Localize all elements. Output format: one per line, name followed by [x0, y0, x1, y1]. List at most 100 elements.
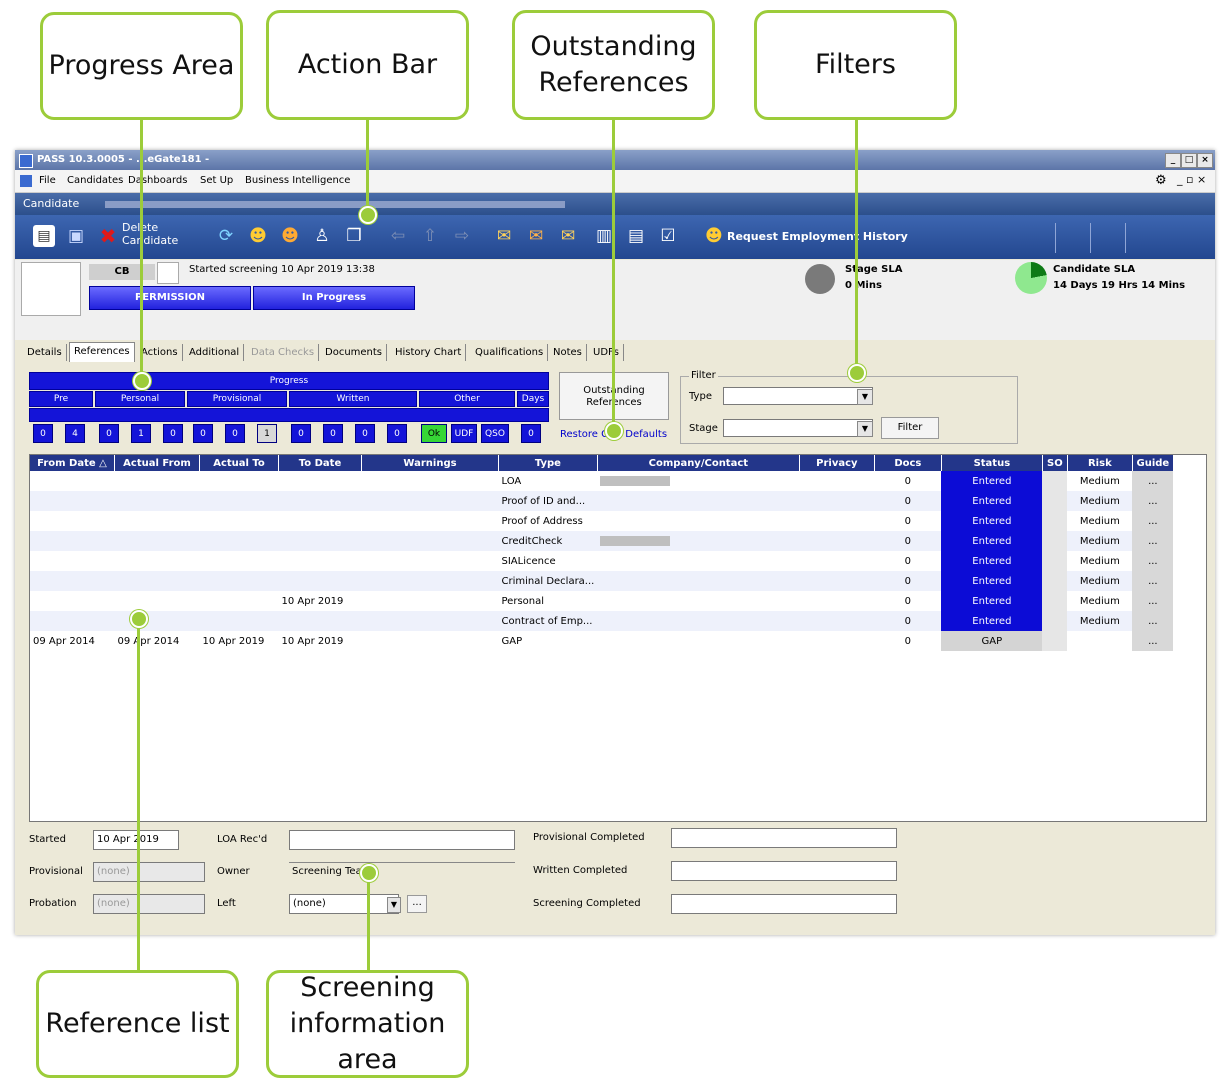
request-employment-history-button[interactable]: ☻ Request Employment History: [699, 224, 999, 250]
chevron-down-icon[interactable]: ▼: [857, 389, 873, 405]
cell-status[interactable]: Entered: [941, 531, 1043, 551]
user-add-icon[interactable]: ♙: [311, 225, 333, 247]
tab-notes[interactable]: Notes: [549, 344, 587, 361]
menu-dashboards[interactable]: Dashboards: [128, 175, 187, 186]
envelope-check-icon[interactable]: ✉: [557, 225, 579, 247]
chevron-down-icon[interactable]: ▼: [387, 897, 401, 913]
save-icon[interactable]: ▣: [65, 225, 87, 247]
column-actual-from[interactable]: Actual From: [114, 455, 200, 471]
column-actual-to[interactable]: Actual To: [199, 455, 279, 471]
cell-status[interactable]: Entered: [941, 471, 1043, 491]
delete-candidate-label[interactable]: Delete Candidate: [122, 221, 182, 247]
column-so[interactable]: SO: [1042, 455, 1068, 471]
filter-button[interactable]: Filter: [881, 417, 939, 439]
table-row[interactable]: LOA 0 Entered Medium...: [30, 471, 1174, 491]
column-from-date[interactable]: From Date △: [30, 455, 115, 471]
cell-from-date: [30, 491, 115, 511]
cell-status[interactable]: Entered: [941, 551, 1043, 571]
cell-status[interactable]: Entered: [941, 591, 1043, 611]
column-company-contact[interactable]: Company/Contact: [597, 455, 800, 471]
document-check-icon[interactable]: ▤: [625, 225, 647, 247]
user-pair-icon[interactable]: ☻: [279, 225, 301, 247]
cell-guide[interactable]: ...: [1132, 531, 1174, 551]
restore-icon[interactable]: _ ▫ ×: [1177, 173, 1206, 186]
cell-guide[interactable]: ...: [1132, 631, 1174, 651]
new-document-icon[interactable]: ▤: [33, 225, 55, 247]
table-row[interactable]: CreditCheck 0 Entered Medium...: [30, 531, 1174, 551]
table-row[interactable]: Proof of Address 0 Entered Medium...: [30, 511, 1174, 531]
owner-field[interactable]: Screening Team: [289, 862, 515, 882]
cell-guide[interactable]: ...: [1132, 511, 1174, 531]
cell-guide[interactable]: ...: [1132, 611, 1174, 631]
column-risk[interactable]: Risk: [1067, 455, 1133, 471]
minimize-button[interactable]: _: [1165, 153, 1181, 168]
filter-stage-select[interactable]: [723, 419, 873, 437]
table-row[interactable]: Proof of ID and... 0 Entered Medium...: [30, 491, 1174, 511]
tab-history-chart[interactable]: History Chart: [391, 344, 467, 361]
close-button[interactable]: ×: [1197, 153, 1213, 168]
table-row[interactable]: 10 Apr 2019 Personal 0 Entered Medium...: [30, 591, 1174, 611]
filter-type-select[interactable]: [723, 387, 873, 405]
arrow-right-icon[interactable]: ⇨: [451, 225, 473, 247]
tab-qualifications[interactable]: Qualifications: [471, 344, 549, 361]
cell-guide[interactable]: ...: [1132, 471, 1174, 491]
delete-icon[interactable]: ✖: [97, 225, 119, 247]
tab-additional[interactable]: Additional: [185, 344, 245, 361]
envelope-remove-icon[interactable]: ✉: [525, 225, 547, 247]
column-guide[interactable]: Guide: [1132, 455, 1174, 471]
column-warnings[interactable]: Warnings: [361, 455, 499, 471]
column-docs[interactable]: Docs: [874, 455, 942, 471]
settings-icon[interactable]: ⚙: [1155, 173, 1167, 188]
envelope-add-icon[interactable]: ✉: [493, 225, 515, 247]
left-select[interactable]: (none): [289, 894, 399, 914]
probation-select[interactable]: (none): [93, 894, 205, 914]
provisional-select[interactable]: (none): [93, 862, 205, 882]
table-row[interactable]: 09 Apr 2014 09 Apr 2014 10 Apr 2019 10 Apr …: [30, 631, 1174, 651]
cell-status[interactable]: Entered: [941, 611, 1043, 631]
tab-actions[interactable]: Actions: [137, 344, 183, 361]
arrow-up-icon[interactable]: ⇧: [419, 225, 441, 247]
started-date-field[interactable]: 10 Apr 2019: [93, 830, 179, 850]
provisional-completed-field[interactable]: [671, 828, 897, 848]
cell-status[interactable]: GAP: [941, 631, 1043, 651]
refresh-icon[interactable]: ⟳: [215, 225, 237, 247]
table-row[interactable]: SIALicence 0 Entered Medium...: [30, 551, 1174, 571]
column-to-date[interactable]: To Date: [278, 455, 362, 471]
table-row[interactable]: Criminal Declara... 0 Entered Medium...: [30, 571, 1174, 591]
progress-other-ok: Ok: [421, 424, 447, 443]
column-type[interactable]: Type: [498, 455, 598, 471]
tab-references[interactable]: References: [69, 342, 135, 362]
written-completed-field[interactable]: [671, 861, 897, 881]
table-row[interactable]: Contract of Emp... 0 Entered Medium...: [30, 611, 1174, 631]
tab-documents[interactable]: Documents: [321, 344, 388, 361]
copy-icon[interactable]: ❐: [343, 225, 365, 247]
cell-guide[interactable]: ...: [1132, 491, 1174, 511]
cell-status[interactable]: Entered: [941, 571, 1043, 591]
chevron-down-icon[interactable]: ▼: [857, 421, 873, 437]
tab-udfs[interactable]: UDFs: [589, 344, 624, 361]
column-privacy[interactable]: Privacy: [799, 455, 875, 471]
edit-initials-button[interactable]: [157, 262, 179, 284]
menu-candidates[interactable]: Candidates: [67, 175, 123, 186]
left-more-button[interactable]: ...: [407, 895, 427, 913]
loa-recd-field[interactable]: [289, 830, 515, 850]
arrow-left-icon[interactable]: ⇦: [387, 225, 409, 247]
tab-data-checks[interactable]: Data Checks: [247, 344, 320, 361]
tab-details[interactable]: Details: [23, 344, 67, 361]
menu-setup[interactable]: Set Up: [200, 175, 233, 186]
cell-actual-from: [115, 591, 200, 611]
cell-guide[interactable]: ...: [1132, 591, 1174, 611]
cell-status[interactable]: Entered: [941, 511, 1043, 531]
menu-file[interactable]: File: [39, 175, 56, 186]
menu-business-intelligence[interactable]: Business Intelligence: [245, 175, 350, 186]
checklist-icon[interactable]: ☑: [657, 225, 679, 247]
maximize-button[interactable]: □: [1181, 153, 1197, 168]
cell-status[interactable]: Entered: [941, 491, 1043, 511]
user-group-icon[interactable]: ☻: [247, 225, 269, 247]
cell-to-date: 10 Apr 2019: [281, 595, 344, 607]
cell-actual-from: [115, 471, 200, 491]
cell-guide[interactable]: ...: [1132, 551, 1174, 571]
column-status[interactable]: Status: [941, 455, 1043, 471]
cell-guide[interactable]: ...: [1132, 571, 1174, 591]
screening-completed-field[interactable]: [671, 894, 897, 914]
